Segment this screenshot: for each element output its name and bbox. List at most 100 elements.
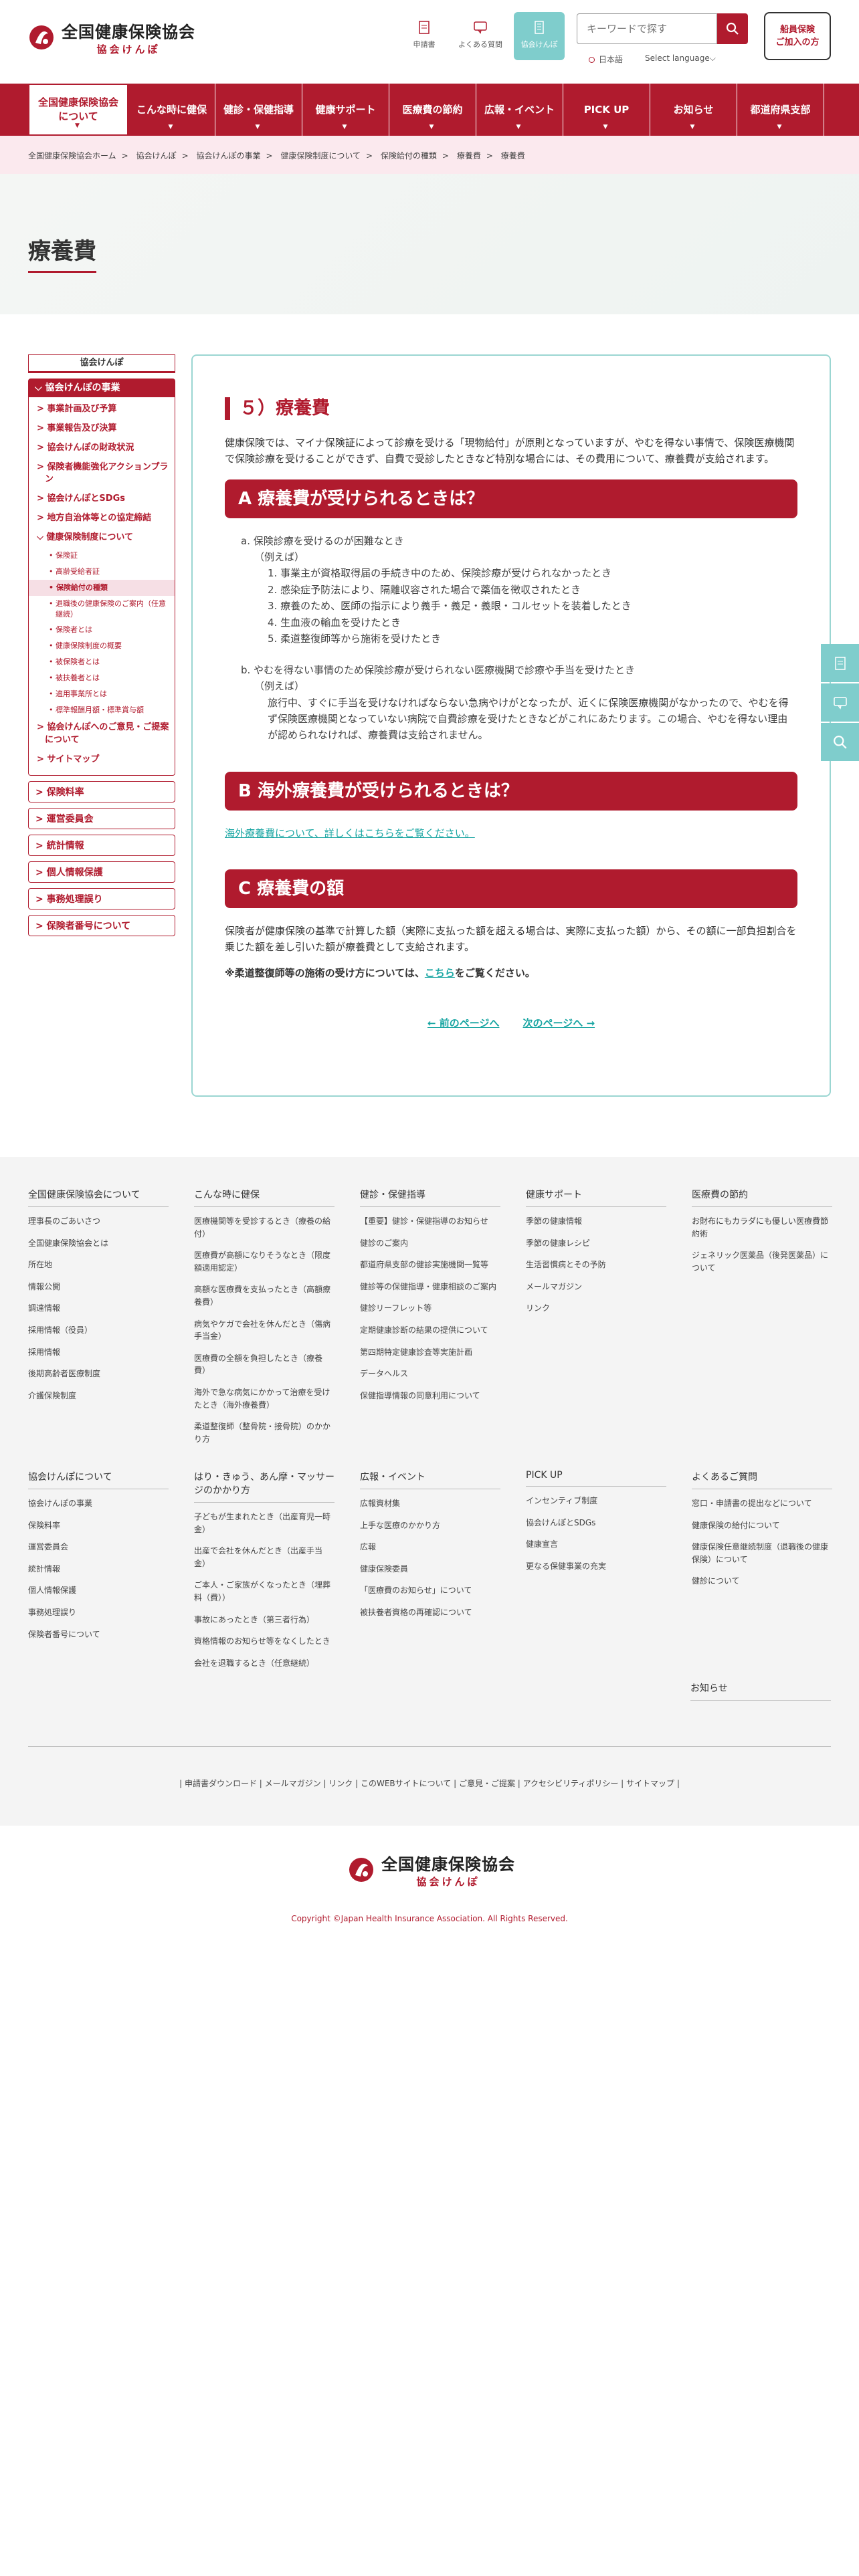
footer-heading[interactable]: 全国健康保険協会について [28,1188,169,1207]
sidebar-item[interactable]: • 標準報酬月額・標準賞与額 [29,702,175,718]
footer-link[interactable]: 医療機関等を受診するとき（療養の給付） [194,1215,335,1240]
overseas-expenses-link[interactable]: 海外療養費について、詳しくはこちらをご覧ください。 [225,827,475,839]
breadcrumb-item[interactable]: 健康保険制度について [280,151,361,160]
language-select[interactable]: Select language⌵ [645,53,716,64]
search-input[interactable] [577,13,717,44]
footer-heading[interactable]: はり・きゅう、あん摩・マッサージのかかり方 [194,1470,335,1503]
breadcrumb-item[interactable]: 保険給付の種類 [381,151,437,160]
footer-link[interactable]: 定期健康診断の結果の提供について [360,1324,500,1337]
footer-link[interactable]: インセンティブ制度 [526,1495,666,1507]
float-faq-button[interactable] [821,683,859,722]
sidebar-item[interactable]: • 保険給付の種類 [29,579,175,596]
footer-link[interactable]: 健診のご案内 [360,1237,500,1250]
sidebar-section-title[interactable]: ⌵ 協会けんぽの事業 [28,379,175,397]
sidebar-item[interactable]: > 地方自治体等との協定締結 [29,509,175,528]
footer-link[interactable]: 更なる保健事業の充実 [526,1560,666,1573]
sidebar-link[interactable]: > 保険者番号について [28,914,175,936]
sidebar-item[interactable]: > サイトマップ [29,750,175,770]
footer-link[interactable]: 全国健康保険協会とは [28,1237,169,1250]
footer-heading[interactable]: お知らせ [690,1681,831,1701]
footer-link[interactable]: 個人情報保護 [28,1584,169,1597]
footer-heading[interactable]: PICK UP [526,1470,666,1487]
sidebar-item[interactable]: • 保険証 [29,548,175,564]
footer-link[interactable]: 都道府県支部の健診実施機関一覧等 [360,1259,500,1271]
footer-link[interactable]: 運営委員会 [28,1541,169,1553]
nav-about[interactable]: 全国健康保険協会について ▼ [28,84,128,136]
footer-link[interactable]: 統計情報 [28,1563,169,1576]
footer-link[interactable]: 所在地 [28,1259,169,1271]
footer-link[interactable]: 保険料率 [28,1519,169,1532]
nav-support[interactable]: 健康サポート ▼ [302,84,389,136]
nav-news[interactable]: お知らせ ▼ [650,84,737,136]
footer-link[interactable]: 上手な医療のかかり方 [360,1519,500,1532]
lang-japanese[interactable]: 日本語 [589,53,623,65]
footer-heading[interactable]: こんな時に健保 [194,1188,335,1207]
footer-link[interactable]: 採用情報（役員） [28,1324,169,1337]
footer-heading[interactable]: 健診・保健指導 [360,1188,500,1207]
footer-link[interactable]: データヘルス [360,1368,500,1380]
footer-link[interactable]: 生活習慣病とその予防 [526,1259,666,1271]
footer-link[interactable]: リンク [526,1302,666,1315]
footer-link-list[interactable]: | 申請書ダウンロード | メールマガジン | リンク | このWEBサイトにつ… [179,1779,680,1788]
sidebar-item[interactable]: • 退職後の健康保険のご案内（任意継続） [29,596,175,623]
footer-link[interactable]: 介護保険制度 [28,1390,169,1402]
sidebar-item[interactable]: > 協会けんぽの財政状況 [29,439,175,458]
footer-heading[interactable]: 健康サポート [526,1188,666,1207]
breadcrumb-item[interactable]: 協会けんぽ [136,151,177,160]
footer-link[interactable]: 事故にあったとき（第三者行為） [194,1614,335,1626]
sidebar-item[interactable]: > 協会けんぽとSDGs [29,490,175,509]
footer-heading[interactable]: 医療費の節約 [692,1188,832,1207]
sidebar-link[interactable]: > 個人情報保護 [28,861,175,883]
footer-link[interactable]: 協会けんぽとSDGs [526,1517,666,1529]
footer-link[interactable]: 会社を退職するとき（任意継続） [194,1657,335,1670]
footer-link[interactable]: 健診について [692,1575,832,1588]
seaman-insurance-button[interactable]: 船員保険 ご加入の方 [764,12,831,60]
nav-checkup[interactable]: 健診・保健指導 ▼ [215,84,302,136]
float-search-button[interactable] [821,723,859,761]
footer-heading[interactable]: 広報・イベント [360,1470,500,1489]
footer-link[interactable]: 季節の健康情報 [526,1215,666,1228]
footer-link[interactable]: 情報公開 [28,1281,169,1293]
nav-saving[interactable]: 医療費の節約 ▼ [389,84,476,136]
footer-link[interactable]: 出産で会社を休んだとき（出産手当金） [194,1545,335,1570]
footer-link[interactable]: ジェネリック医薬品（後発医薬品）について [692,1249,832,1274]
footer-heading[interactable]: よくあるご質問 [692,1470,832,1489]
sidebar-item[interactable]: • 保険者とは [29,622,175,638]
footer-link[interactable]: 高額な医療費を支払ったとき（高額療養費） [194,1283,335,1308]
float-forms-button[interactable] [821,644,859,682]
judo-note-link[interactable]: こちら [425,967,455,979]
sidebar-item[interactable]: > 事業報告及び決算 [29,419,175,439]
sidebar-link[interactable]: > 統計情報 [28,834,175,856]
footer-link[interactable]: 調達情報 [28,1302,169,1315]
search-button[interactable] [717,13,748,44]
prev-page-link[interactable]: ← 前のページへ [427,1017,500,1029]
nav-when[interactable]: こんな時に健保 ▼ [128,84,215,136]
footer-link[interactable]: 健診リーフレット等 [360,1302,500,1315]
footer-logo[interactable]: 全国健康保険協会 協会けんぽ [348,1851,515,1889]
header-kyokai-link[interactable]: 協会けんぽ [514,12,565,60]
footer-link[interactable]: 後期高齢者医療制度 [28,1368,169,1380]
footer-link[interactable]: 健康保険任意継続制度（退職後の健康保険）について [692,1541,832,1566]
footer-link[interactable]: 理事長のごあいさつ [28,1215,169,1228]
nav-pr[interactable]: 広報・イベント ▼ [476,84,563,136]
nav-pickup[interactable]: PICK UP ▼ [563,84,650,136]
footer-heading[interactable]: 協会けんぽについて [28,1470,169,1489]
sidebar-item[interactable]: > 協会けんぽへのご意見・ご提案について [29,718,175,750]
sidebar-item[interactable]: ⌵ 健康保険制度について [29,528,175,548]
breadcrumb-item[interactable]: 全国健康保険協会ホーム [28,151,116,160]
sidebar-item[interactable]: • 高齢受給者証 [29,564,175,580]
sidebar-item[interactable]: > 保険者機能強化アクションプラン [29,458,175,490]
footer-link[interactable]: 被扶養者資格の再確認について [360,1606,500,1619]
footer-link[interactable]: 医療費の全額を負担したとき（療養費） [194,1352,335,1377]
sidebar-item[interactable]: • 被扶養者とは [29,670,175,686]
sidebar-item[interactable]: > 事業計画及び予算 [29,400,175,419]
footer-link[interactable]: 柔道整復師（整骨院・接骨院）のかかり方 [194,1420,335,1445]
header-faq-link[interactable]: よくある質問 [455,12,506,60]
footer-link[interactable]: 「医療費のお知らせ」について [360,1584,500,1597]
footer-link[interactable]: 季節の健康レシピ [526,1237,666,1250]
breadcrumb-item[interactable]: 療養費 [457,151,481,160]
footer-link[interactable]: 健康宣言 [526,1538,666,1551]
footer-link[interactable]: 第四期特定健康診査等実施計画 [360,1346,500,1359]
footer-link[interactable]: 窓口・申請書の提出などについて [692,1497,832,1510]
footer-link[interactable]: 健診等の保健指導・健康相談のご案内 [360,1281,500,1293]
